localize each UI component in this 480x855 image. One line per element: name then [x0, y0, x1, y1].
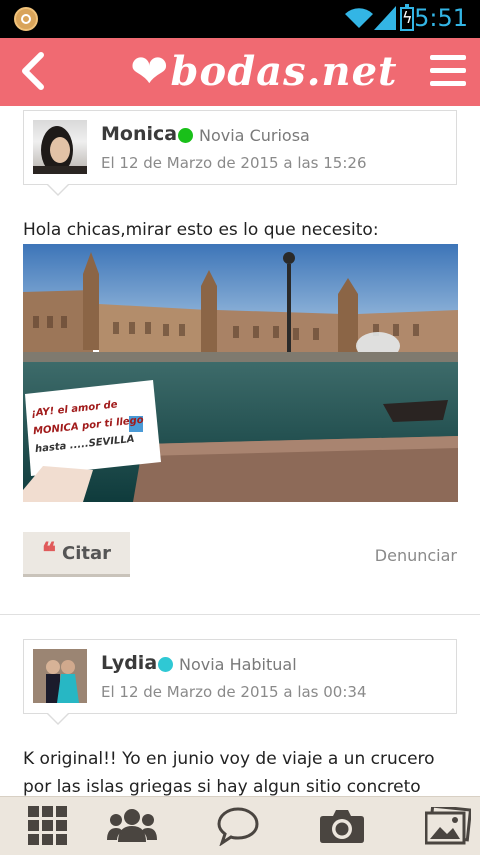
- camera-icon: [320, 810, 364, 843]
- nav-camera-tab[interactable]: [294, 797, 390, 855]
- cite-button[interactable]: ❝ Citar: [23, 532, 130, 577]
- signal-icon: [374, 6, 396, 30]
- chat-icon: [217, 807, 259, 846]
- app-bar: ❤ bodas.net: [0, 38, 480, 106]
- report-link[interactable]: Denunciar: [375, 546, 457, 565]
- quote-icon: ❝: [41, 538, 56, 568]
- post-text: Hola chicas,mirar esto es lo que necesit…: [23, 220, 379, 240]
- online-status-dot: [178, 128, 193, 143]
- community-icon: [107, 809, 157, 842]
- author-role: Novia Habitual: [179, 655, 297, 674]
- nav-community-tab[interactable]: [84, 797, 180, 855]
- status-bar: 5:51: [0, 0, 480, 38]
- post-author-card: Lydia Novia Habitual El 12 de Marzo de 2…: [23, 639, 457, 725]
- avatar[interactable]: [33, 649, 87, 703]
- menu-button[interactable]: [430, 55, 466, 87]
- battery-icon: [400, 4, 414, 31]
- author-name[interactable]: Lydia: [101, 652, 157, 674]
- chevron-left-icon: [22, 52, 44, 90]
- forum-thread[interactable]: Monica Novia Curiosa El 12 de Marzo de 2…: [0, 106, 480, 796]
- back-button[interactable]: [10, 44, 54, 98]
- online-status-dot: [158, 657, 173, 672]
- clock: 5:51: [414, 4, 468, 32]
- wifi-icon: [345, 8, 373, 28]
- nav-photos-tab[interactable]: [400, 797, 480, 855]
- post-date: El 12 de Marzo de 2015 a las 15:26: [101, 154, 367, 172]
- notification-icon: [14, 7, 38, 31]
- author-role: Novia Curiosa: [199, 126, 310, 145]
- post-author-card: Monica Novia Curiosa El 12 de Marzo de 2…: [23, 110, 457, 196]
- bottom-navigation: [0, 796, 480, 855]
- grid-icon: [28, 806, 67, 845]
- author-name[interactable]: Monica: [101, 123, 177, 145]
- post-divider: [0, 614, 480, 615]
- post-text: K original!! Yo en junio voy de viaje a …: [23, 749, 435, 796]
- heart-icon: ❤: [130, 44, 169, 98]
- photos-icon: [425, 807, 471, 845]
- avatar[interactable]: [33, 120, 87, 174]
- speech-tail: [46, 712, 70, 725]
- hamburger-icon: [430, 55, 466, 60]
- post-date: El 12 de Marzo de 2015 a las 00:34: [101, 683, 367, 701]
- cite-label: Citar: [61, 542, 111, 564]
- post-photo[interactable]: ¡AY! el amor de MONICA por ti llego hast…: [23, 244, 458, 502]
- bodas-logo[interactable]: ❤ bodas.net: [130, 46, 398, 96]
- nav-menu-tab[interactable]: [0, 797, 96, 855]
- speech-tail: [46, 183, 70, 196]
- brand-name: bodas.net: [170, 47, 398, 95]
- nav-chat-tab[interactable]: [190, 797, 286, 855]
